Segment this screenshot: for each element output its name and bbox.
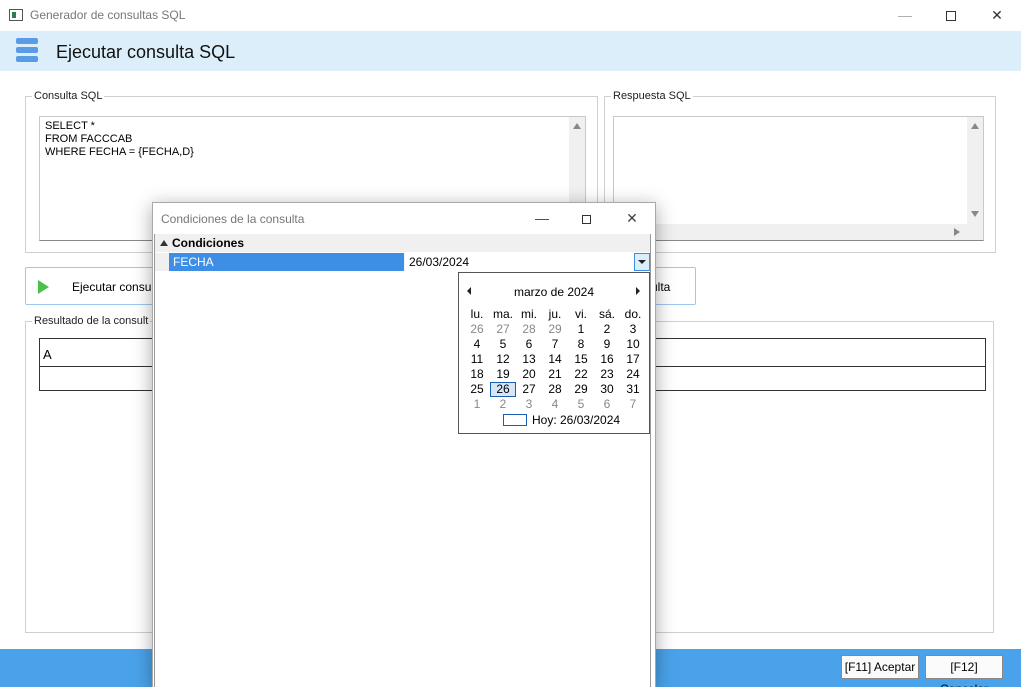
calendar-day[interactable]: 6: [594, 397, 620, 412]
calendar-day[interactable]: 29: [542, 322, 568, 337]
category-label: Condiciones: [172, 236, 245, 250]
sql-query-label: Consulta SQL: [32, 90, 105, 102]
weekday-header: ju.: [548, 307, 562, 321]
play-icon: [38, 280, 49, 294]
calendar-day[interactable]: 1: [568, 322, 594, 337]
weekday-header: sá.: [598, 307, 615, 321]
menu-icon[interactable]: [16, 38, 38, 62]
calendar-day-selected[interactable]: 26: [490, 382, 516, 397]
calendar-day[interactable]: 4: [542, 397, 568, 412]
sql-response-vscrollbar[interactable]: [967, 117, 983, 224]
window-titlebar: Generador de consultas SQL — ✕: [0, 0, 1021, 31]
calendar-day[interactable]: 28: [516, 322, 542, 337]
calendar-day[interactable]: 19: [490, 367, 516, 382]
calendar-day[interactable]: 22: [568, 367, 594, 382]
weekday-header: mi.: [521, 307, 537, 321]
calendar-day[interactable]: 16: [594, 352, 620, 367]
dialog-minimize-button[interactable]: —: [527, 207, 557, 229]
next-month-icon[interactable]: [636, 287, 640, 295]
calendar-day[interactable]: 25: [464, 382, 490, 397]
collapse-icon[interactable]: [160, 240, 168, 246]
results-label: Resultado de la consult: [32, 315, 151, 327]
calendar-day[interactable]: 3: [620, 322, 646, 337]
calendar-day[interactable]: 2: [490, 397, 516, 412]
calendar-day[interactable]: 9: [594, 337, 620, 352]
calendar-day[interactable]: 30: [594, 382, 620, 397]
column-header-a[interactable]: A: [43, 347, 52, 362]
calendar-day[interactable]: 2: [594, 322, 620, 337]
page-title: Ejecutar consulta SQL: [56, 42, 236, 62]
calendar-day[interactable]: 5: [490, 337, 516, 352]
minimize-button[interactable]: —: [890, 4, 920, 26]
page-header: Ejecutar consulta SQL: [0, 31, 1021, 71]
calendar-day[interactable]: 10: [620, 337, 646, 352]
calendar-day[interactable]: 4: [464, 337, 490, 352]
calendar-day[interactable]: 7: [620, 397, 646, 412]
scroll-right-icon: [954, 228, 960, 236]
calendar-day[interactable]: 26: [464, 322, 490, 337]
calendar-day[interactable]: 28: [542, 382, 568, 397]
calendar-day[interactable]: 20: [516, 367, 542, 382]
calendar-day[interactable]: 17: [620, 352, 646, 367]
sql-response-label: Respuesta SQL: [611, 90, 693, 102]
property-name[interactable]: FECHA: [169, 253, 404, 271]
maximize-icon: [946, 11, 956, 22]
maximize-icon: [581, 214, 591, 224]
weekday-header: vi.: [575, 307, 587, 321]
calendar-day[interactable]: 8: [568, 337, 594, 352]
scroll-up-icon: [971, 123, 979, 129]
sql-query-text: SELECT * FROM FACCCAB WHERE FECHA = {FEC…: [45, 120, 194, 158]
calendar-day[interactable]: 15: [568, 352, 594, 367]
weekday-header: ma.: [492, 307, 513, 321]
close-button[interactable]: ✕: [982, 4, 1012, 26]
dialog-maximize-button[interactable]: [571, 207, 601, 229]
scroll-up-icon: [573, 123, 581, 129]
calendar-day[interactable]: 6: [516, 337, 542, 352]
calendar-day[interactable]: 27: [516, 382, 542, 397]
sql-response-group: Respuesta SQL: [604, 90, 996, 253]
calendar-day[interactable]: 31: [620, 382, 646, 397]
today-marker: [503, 414, 527, 426]
scroll-down-icon: [971, 211, 979, 217]
calendar-day[interactable]: 29: [568, 382, 594, 397]
calendar-day[interactable]: 3: [516, 397, 542, 412]
calendar-day[interactable]: 1: [464, 397, 490, 412]
calendar-day[interactable]: 11: [464, 352, 490, 367]
property-value-input[interactable]: 26/03/2024: [405, 253, 634, 271]
calendar-day[interactable]: 21: [542, 367, 568, 382]
calendar-day[interactable]: 18: [464, 367, 490, 382]
dropdown-button[interactable]: [634, 253, 650, 271]
dialog-close-button[interactable]: ✕: [617, 207, 647, 229]
calendar-day[interactable]: 24: [620, 367, 646, 382]
weekday-header: do.: [624, 307, 642, 321]
app-icon: [9, 9, 23, 21]
accept-button[interactable]: [F11] Aceptar: [841, 655, 919, 679]
window-title: Generador de consultas SQL: [30, 8, 186, 22]
sql-response-output[interactable]: [613, 116, 984, 241]
calendar-day[interactable]: 7: [542, 337, 568, 352]
today-link[interactable]: Hoy: 26/03/2024: [532, 413, 620, 427]
category-row[interactable]: Condiciones: [155, 234, 650, 252]
sql-response-hscrollbar[interactable]: [614, 224, 983, 240]
calendar-day[interactable]: 14: [542, 352, 568, 367]
property-row-fecha[interactable]: FECHA 26/03/2024: [155, 253, 650, 271]
calendar-month-label[interactable]: marzo de 2024: [459, 285, 649, 299]
calendar-day[interactable]: 23: [594, 367, 620, 382]
weekday-header: lu.: [470, 307, 484, 321]
calendar-day[interactable]: 5: [568, 397, 594, 412]
execute-query-label: Ejecutar consult: [72, 280, 158, 294]
maximize-button[interactable]: [936, 4, 966, 26]
calendar-day[interactable]: 27: [490, 322, 516, 337]
cancel-button[interactable]: [F12] Cancelar: [925, 655, 1003, 687]
calendar-day[interactable]: 12: [490, 352, 516, 367]
date-picker-calendar: marzo de 2024 lu. ma. mi. ju. vi. sá. do. 26 27 2…: [458, 272, 650, 434]
dialog-title: Condiciones de la consulta: [161, 212, 305, 226]
calendar-day[interactable]: 13: [516, 352, 542, 367]
